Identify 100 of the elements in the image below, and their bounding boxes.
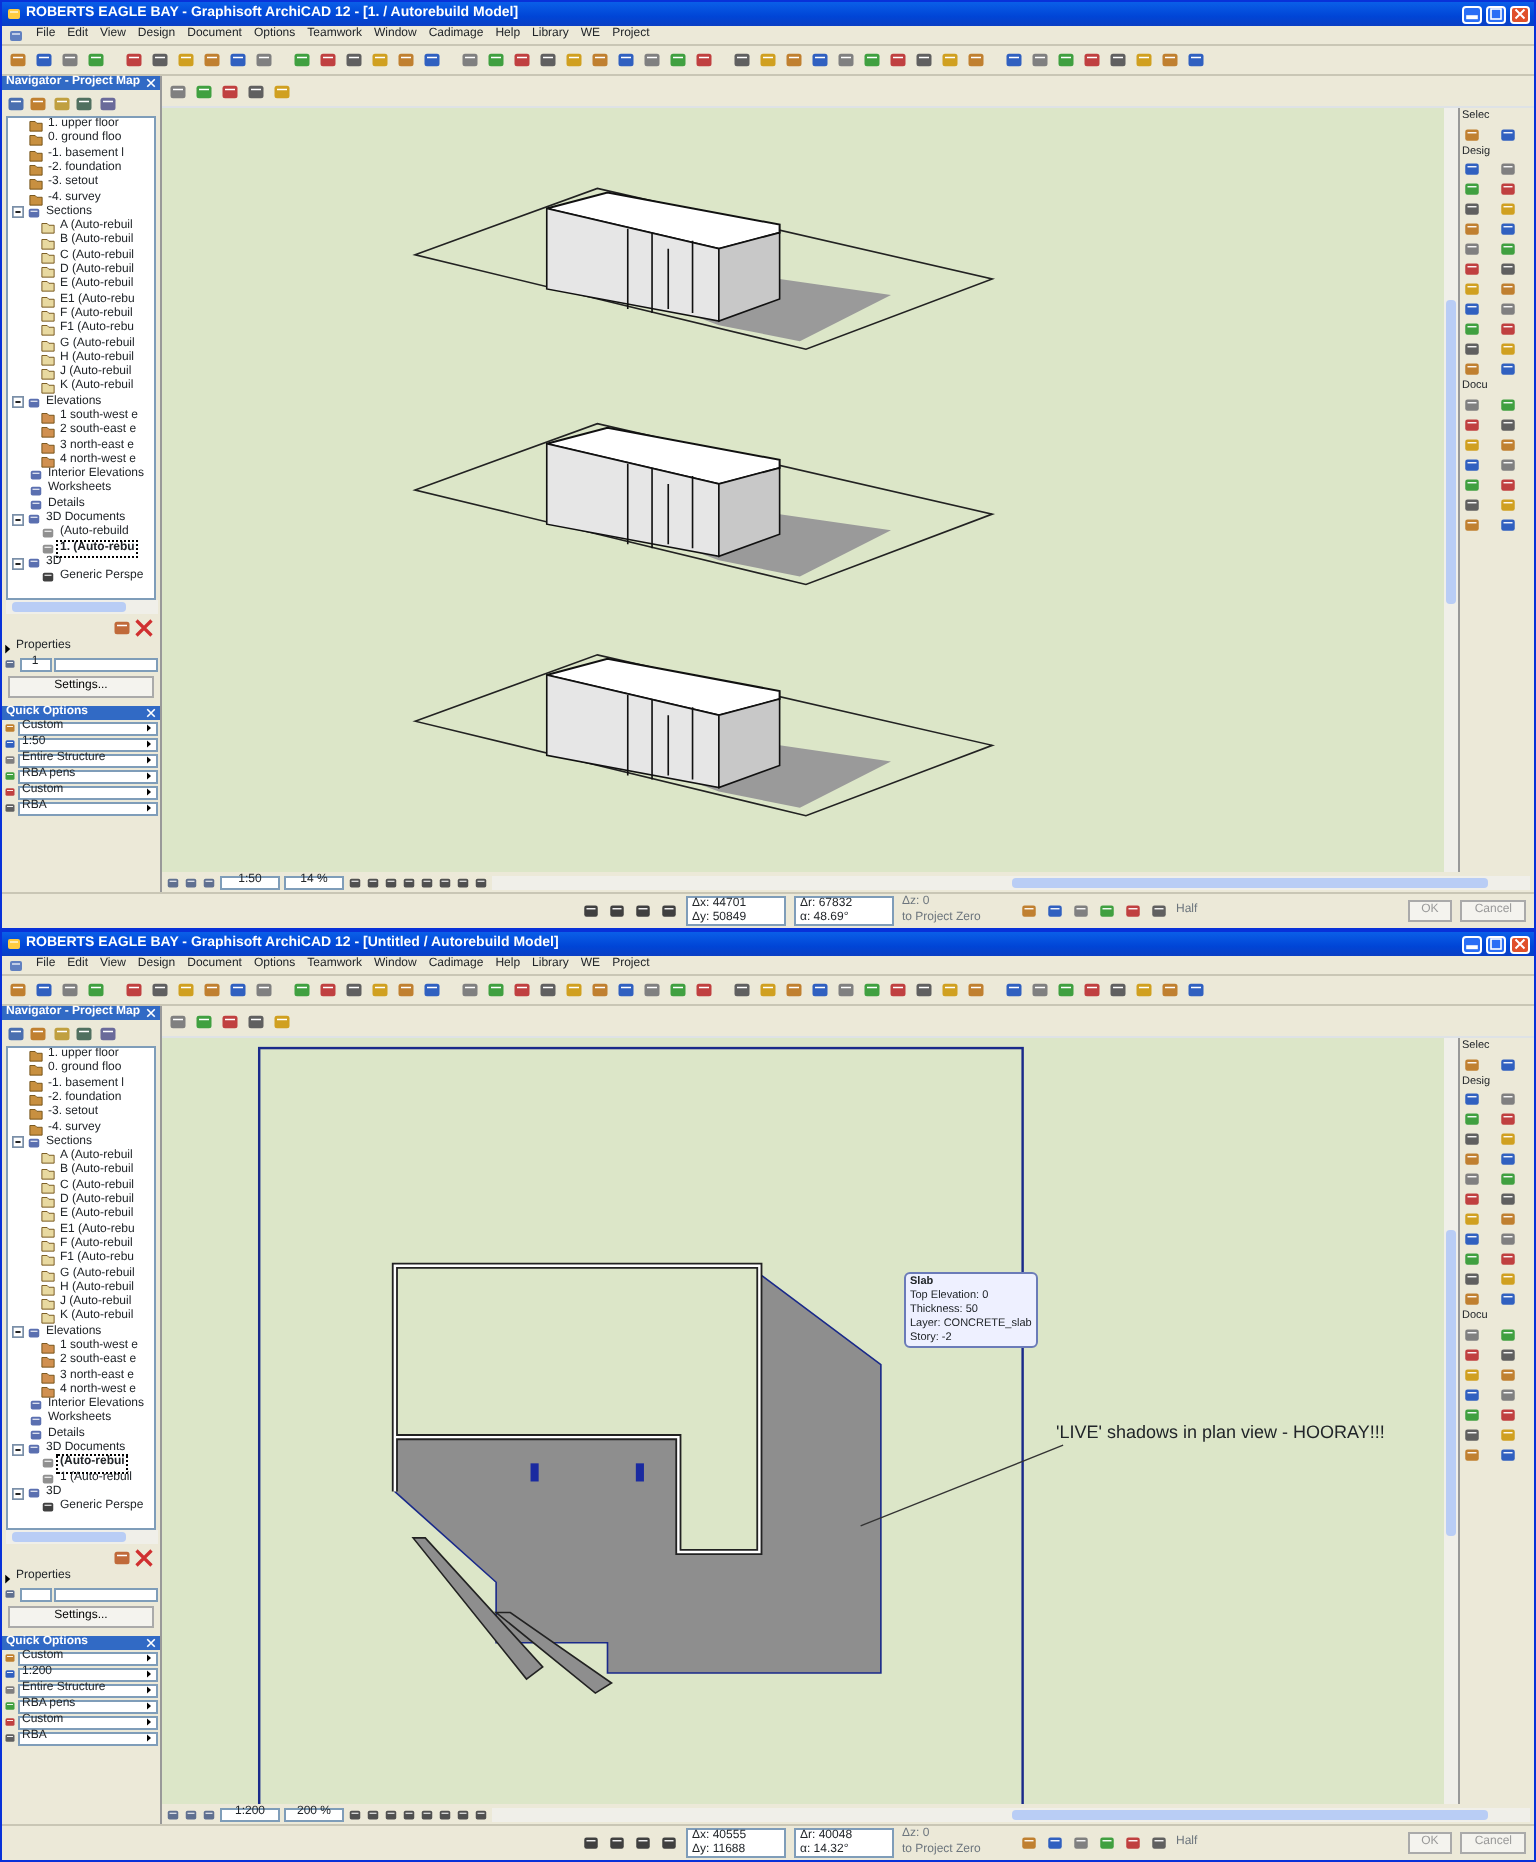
tool-icon[interactable] — [1498, 415, 1518, 434]
tool-icon[interactable] — [1498, 1190, 1518, 1209]
close-button[interactable] — [1510, 935, 1530, 953]
tool-icon[interactable] — [318, 980, 338, 1000]
tool-icon[interactable] — [1462, 340, 1482, 359]
tool-icon[interactable] — [228, 980, 248, 1000]
tool-icon[interactable] — [460, 50, 480, 70]
tool-icon[interactable] — [608, 1834, 626, 1852]
tool-icon[interactable] — [914, 980, 934, 1000]
collapse-icon[interactable] — [12, 1443, 24, 1456]
tool-icon[interactable] — [1150, 1834, 1168, 1852]
tool-icon[interactable] — [184, 875, 198, 889]
tool-icon[interactable] — [1498, 260, 1518, 279]
tool-icon[interactable] — [460, 980, 480, 1000]
tool-icon[interactable] — [582, 1834, 600, 1852]
minimize-button[interactable] — [1462, 935, 1482, 953]
collapse-icon[interactable] — [12, 513, 24, 526]
tool-icon[interactable] — [888, 50, 908, 70]
tool-icon[interactable] — [228, 50, 248, 70]
tool-icon[interactable] — [1462, 1090, 1482, 1109]
tool-icon[interactable] — [512, 980, 532, 1000]
tool-icon[interactable] — [74, 1023, 94, 1043]
input-field[interactable] — [54, 1587, 158, 1601]
tool-icon[interactable] — [616, 980, 636, 1000]
tool-icon[interactable] — [202, 875, 216, 889]
collapse-icon[interactable] — [12, 557, 24, 570]
tool-icon[interactable] — [1124, 902, 1142, 920]
tool-icon[interactable] — [1462, 1270, 1482, 1289]
tool-icon[interactable] — [538, 50, 558, 70]
tool-icon[interactable] — [1046, 902, 1064, 920]
tool-icon[interactable] — [914, 50, 934, 70]
tool-icon[interactable] — [5, 93, 25, 113]
collapse-icon[interactable] — [12, 1487, 24, 1500]
tool-icon[interactable] — [1030, 50, 1050, 70]
tool-icon[interactable] — [246, 81, 266, 101]
tool-icon[interactable] — [810, 50, 830, 70]
tool-icon[interactable] — [732, 980, 752, 1000]
tool-icon[interactable] — [1030, 980, 1050, 1000]
tool-icon[interactable] — [1498, 1150, 1518, 1169]
collapse-icon[interactable] — [12, 1136, 24, 1149]
tool-icon[interactable] — [184, 1807, 198, 1821]
tool-icon[interactable] — [694, 980, 714, 1000]
tool-icon[interactable] — [538, 980, 558, 1000]
tool-icon[interactable] — [422, 980, 442, 1000]
tool-icon[interactable] — [1462, 455, 1482, 474]
tool-icon[interactable] — [660, 902, 678, 920]
tool-icon[interactable] — [1462, 415, 1482, 434]
tool-icon[interactable] — [60, 50, 80, 70]
tool-icon[interactable] — [220, 81, 240, 101]
scrollbar[interactable] — [1444, 108, 1458, 872]
restore-button[interactable] — [1486, 935, 1506, 953]
tool-icon[interactable] — [1108, 50, 1128, 70]
delete-icon[interactable] — [134, 1547, 154, 1567]
scrollbar[interactable] — [492, 1807, 1530, 1821]
tool-icon[interactable] — [246, 1011, 266, 1031]
scrollbar[interactable] — [1444, 1038, 1458, 1804]
tool-icon[interactable] — [634, 902, 652, 920]
tool-icon[interactable] — [1046, 1834, 1064, 1852]
tool-icon[interactable] — [34, 980, 54, 1000]
tool-icon[interactable] — [836, 50, 856, 70]
tool-icon[interactable] — [512, 50, 532, 70]
collapse-icon[interactable] — [12, 206, 24, 219]
tool-icon[interactable] — [168, 81, 188, 101]
tool-icon[interactable] — [1462, 1425, 1482, 1444]
tool-icon[interactable] — [1108, 980, 1128, 1000]
tool-icon[interactable] — [1498, 1110, 1518, 1129]
tool-icon[interactable] — [1462, 495, 1482, 514]
scrollbar[interactable] — [492, 875, 1530, 889]
restore-button[interactable] — [1486, 5, 1506, 23]
tool-icon[interactable] — [1498, 1445, 1518, 1464]
collapse-icon[interactable] — [12, 1326, 24, 1339]
tool-icon[interactable] — [97, 93, 117, 113]
tool-icon[interactable] — [1186, 50, 1206, 70]
tool-icon[interactable] — [888, 980, 908, 1000]
tool-icon[interactable] — [1498, 1345, 1518, 1364]
tool-icon[interactable] — [97, 1023, 117, 1043]
tool-icon[interactable] — [694, 50, 714, 70]
tool-icon[interactable] — [254, 980, 274, 1000]
input-field[interactable] — [19, 1587, 51, 1601]
tool-icon[interactable] — [1004, 50, 1024, 70]
tool-icon[interactable] — [1150, 902, 1168, 920]
tool-icon[interactable] — [422, 50, 442, 70]
tool-icon[interactable] — [166, 875, 180, 889]
close-icon[interactable] — [146, 1008, 156, 1018]
tool-icon[interactable] — [1498, 1290, 1518, 1309]
tool-icon[interactable] — [1186, 980, 1206, 1000]
tool-icon[interactable] — [34, 50, 54, 70]
close-button[interactable] — [1510, 5, 1530, 23]
collapse-icon[interactable] — [12, 396, 24, 409]
tool-icon[interactable] — [1498, 180, 1518, 199]
tool-icon[interactable] — [1462, 200, 1482, 219]
minimize-button[interactable] — [1462, 5, 1482, 23]
tool-icon[interactable] — [150, 980, 170, 1000]
close-icon[interactable] — [146, 78, 156, 88]
tool-icon[interactable] — [124, 980, 144, 1000]
tool-icon[interactable] — [124, 50, 144, 70]
scrollbar[interactable] — [5, 1530, 157, 1544]
tool-icon[interactable] — [1124, 1834, 1142, 1852]
tool-icon[interactable] — [166, 1807, 180, 1821]
tool-icon[interactable] — [1004, 980, 1024, 1000]
